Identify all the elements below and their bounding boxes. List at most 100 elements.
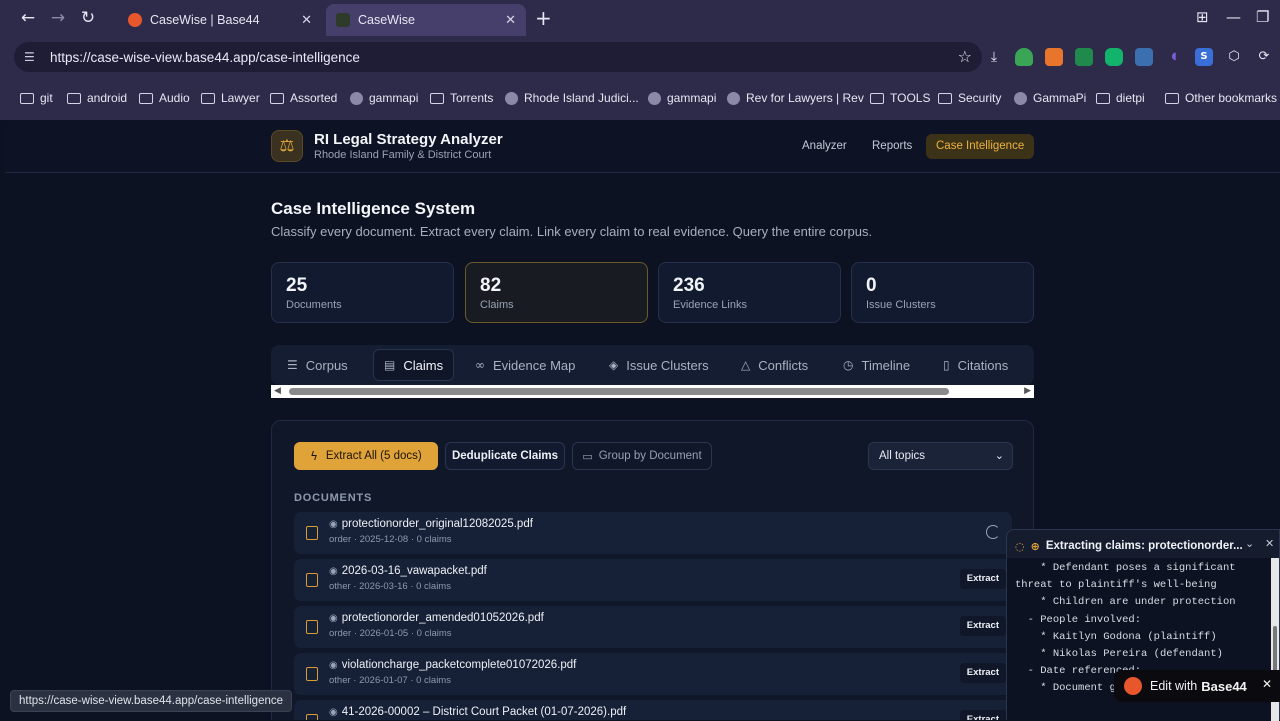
eye-icon[interactable]: ◉ [329,707,338,718]
site-settings-icon[interactable]: ☰ [24,50,40,64]
scales-icon: ⚖ [271,130,303,162]
url-text[interactable]: https://case-wise-view.base44.app/case-i… [50,50,360,65]
address-bar[interactable]: ☰ https://case-wise-view.base44.app/case… [14,42,982,72]
scrollbar-thumb[interactable] [289,388,949,395]
extract-button[interactable]: Extract [959,569,1006,589]
deduplicate-claims-button[interactable]: Deduplicate Claims [445,442,565,470]
browser-tab-base44[interactable]: CaseWise | Base44 ✕ [118,4,322,36]
scroll-right-icon[interactable]: ▶ [1024,386,1031,396]
bookmark-folder[interactable]: Torrents [430,91,493,105]
extensions-puzzle-icon[interactable]: ⬡ [1225,48,1243,66]
bookmark-folder[interactable]: dietpi [1096,91,1145,105]
eye-icon[interactable]: ◉ [329,613,338,624]
tabs-scrollbar[interactable]: ◀ ▶ [271,385,1034,398]
download-icon[interactable]: ⤓ [985,48,1003,66]
stat-label: Issue Clusters [866,299,936,311]
tab-claims[interactable]: ▤ Claims [373,349,455,381]
chevron-down-icon[interactable]: ⌄ [1245,537,1254,550]
document-row[interactable]: ◉ 41-2026-00002 – District Court Packet (… [294,700,1012,720]
nav-reports[interactable]: Reports [862,134,922,159]
bookmark-link[interactable]: gammapi [648,91,716,105]
bookmark-folder[interactable]: Assorted [270,91,337,105]
globe-icon [648,91,661,105]
sync-icon[interactable]: ⟳ [1255,48,1273,66]
tab-conflicts[interactable]: △ Conflicts [731,349,818,381]
toast-title: Extracting claims: protectionorder... [1045,540,1243,552]
document-row[interactable]: ◉ protectionorder_amended01052026.pdf ord… [294,606,1012,648]
claims-panel: ϟ Extract All (5 docs) Deduplicate Claims… [271,420,1034,720]
tab-timeline[interactable]: ◷ Timeline [833,349,920,381]
tab-citations[interactable]: ▯ Citations [933,349,1018,381]
tab-evidence-map[interactable]: ∞ Evidence Map [465,349,585,381]
bookmark-star-icon[interactable]: ☆ [958,47,972,66]
eye-icon[interactable]: ◉ [329,660,338,671]
new-tab-icon[interactable]: + [535,6,552,30]
extract-button[interactable]: Extract [959,616,1006,636]
bookmark-folder[interactable]: git [20,91,53,105]
page-title: Case Intelligence System [271,199,476,218]
folder-icon [1165,92,1179,104]
document-meta: order · 2026-01-05 · 0 claims [329,628,452,639]
minimize-icon[interactable]: — [1226,8,1241,26]
close-icon[interactable]: ✕ [505,12,516,28]
topic-select[interactable]: All topics ⌄ [868,442,1013,470]
close-icon[interactable]: ✕ [1265,537,1274,550]
nav-analyzer[interactable]: Analyzer [792,134,857,159]
folder-icon [201,92,215,104]
document-row[interactable]: ◉ 2026-03-16_vawapacket.pdf other · 2026-… [294,559,1012,601]
stat-value: 236 [673,275,705,296]
browser-tab-casewise[interactable]: CaseWise ✕ [326,4,526,36]
tab-strip: ← → ↻ CaseWise | Base44 ✕ CaseWise ✕ + ⊞… [0,0,1280,36]
forward-icon[interactable]: → [46,6,70,30]
file-icon [306,573,318,587]
bookmark-folder[interactable]: Lawyer [201,91,260,105]
document-row[interactable]: ◉ violationcharge_packetcomplete01072026.… [294,653,1012,695]
lightning-icon: ϟ [310,449,318,463]
link-icon: ∞ [475,358,485,372]
bookmark-folder[interactable]: TOOLS [870,91,930,105]
nav-case-intelligence[interactable]: Case Intelligence [926,134,1035,159]
bookmark-link[interactable]: gammapi [350,91,418,105]
extension-icon[interactable] [1105,48,1123,66]
globe-icon [350,91,363,105]
stat-documents: 25 Documents [271,262,454,323]
eye-icon[interactable]: ◉ [329,566,338,577]
tab-issue-clusters[interactable]: ◈ Issue Clusters [599,349,719,381]
tab-corpus[interactable]: ☰ Corpus [277,349,358,381]
shield-extension-icon[interactable] [1015,48,1033,66]
restore-icon[interactable]: ❐ [1256,8,1269,26]
extension-icon[interactable] [1075,48,1093,66]
bookmark-link[interactable]: Rhode Island Judici... [505,91,639,105]
base44-favicon-icon [128,13,142,27]
scrollbar-thumb[interactable] [1273,626,1277,676]
scroll-left-icon[interactable]: ◀ [274,386,281,396]
tab-search-icon[interactable]: ⊞ [1196,8,1209,26]
browser-chrome: ← → ↻ CaseWise | Base44 ✕ CaseWise ✕ + ⊞… [0,0,1280,120]
bookmark-folder[interactable]: Security [938,91,1001,105]
folder-icon [870,92,884,104]
close-icon[interactable]: ✕ [1262,677,1272,691]
stat-value: 25 [286,275,308,296]
edit-with-base44-badge[interactable]: Edit with Base44 ✕ [1114,670,1280,702]
bookmark-link[interactable]: Rev for Lawyers | Rev [727,91,864,105]
extract-button[interactable]: Extract [959,710,1006,720]
eye-icon[interactable]: ◉ [329,519,338,530]
bookmark-link[interactable]: GammaPi [1014,91,1086,105]
extension-icon[interactable] [1135,48,1153,66]
document-row[interactable]: ◉ protectionorder_original12082025.pdf or… [294,512,1012,554]
extension-icon[interactable]: ◖ [1165,48,1183,66]
bookmark-folder[interactable]: Audio [139,91,190,105]
group-by-document-button[interactable]: ▭ Group by Document [572,442,712,470]
reload-icon[interactable]: ↻ [76,6,100,30]
close-icon[interactable]: ✕ [301,12,312,28]
bookmark-folder[interactable]: android [67,91,127,105]
extract-all-button[interactable]: ϟ Extract All (5 docs) [294,442,438,470]
extension-icon[interactable]: S [1195,48,1213,66]
app-title: RI Legal Strategy Analyzer [314,131,503,148]
extension-icon[interactable] [1045,48,1063,66]
other-bookmarks[interactable]: Other bookmarks [1165,91,1277,105]
folder-icon [1096,92,1110,104]
file-icon [306,667,318,681]
extract-button[interactable]: Extract [959,663,1006,683]
back-icon[interactable]: ← [16,6,40,30]
